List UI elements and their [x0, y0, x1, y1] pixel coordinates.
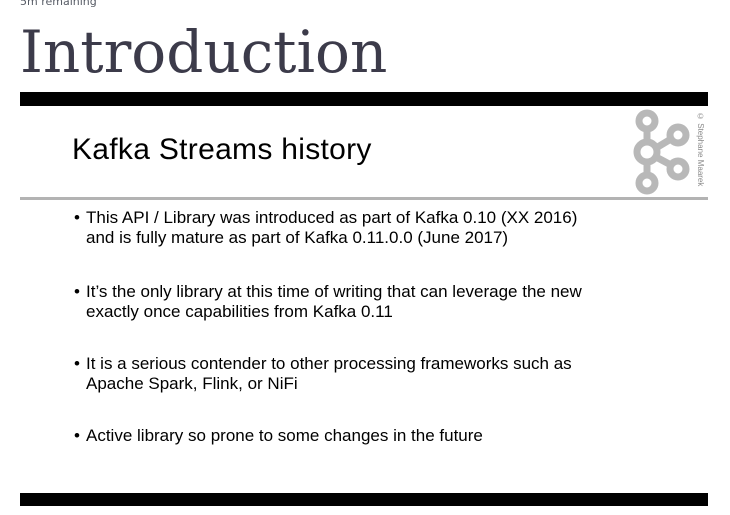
- bullet-item: This API / Library was introduced as par…: [74, 208, 577, 248]
- slide-divider: [20, 197, 708, 200]
- slide-top-bar: [20, 92, 708, 106]
- slide-heading: Kafka Streams history: [72, 133, 372, 166]
- time-remaining-label: 5m remaining: [20, 0, 97, 8]
- bullet-line: This API / Library was introduced as par…: [86, 208, 578, 227]
- kafka-logo-icon: [633, 109, 690, 195]
- bullet-line: It’s the only library at this time of wr…: [86, 282, 582, 301]
- bullet-line: Active library so prone to some changes …: [86, 426, 483, 445]
- bullet-item: It is a serious contender to other proce…: [74, 354, 572, 394]
- slide-bottom-bar: [20, 493, 708, 506]
- slide: Kafka Streams history © Stephane Maarek …: [20, 92, 708, 506]
- bullet-line: It is a serious contender to other proce…: [86, 354, 572, 373]
- lecture-title: Introduction: [20, 18, 388, 86]
- copyright-label: © Stephane Maarek: [696, 112, 705, 187]
- bullet-item: It’s the only library at this time of wr…: [74, 282, 582, 322]
- bullet-line: and is fully mature as part of Kafka 0.1…: [86, 228, 509, 247]
- bullet-line: exactly once capabilities from Kafka 0.1…: [86, 302, 393, 321]
- bullet-line: Apache Spark, Flink, or NiFi: [86, 374, 298, 393]
- bullet-item: Active library so prone to some changes …: [74, 426, 483, 446]
